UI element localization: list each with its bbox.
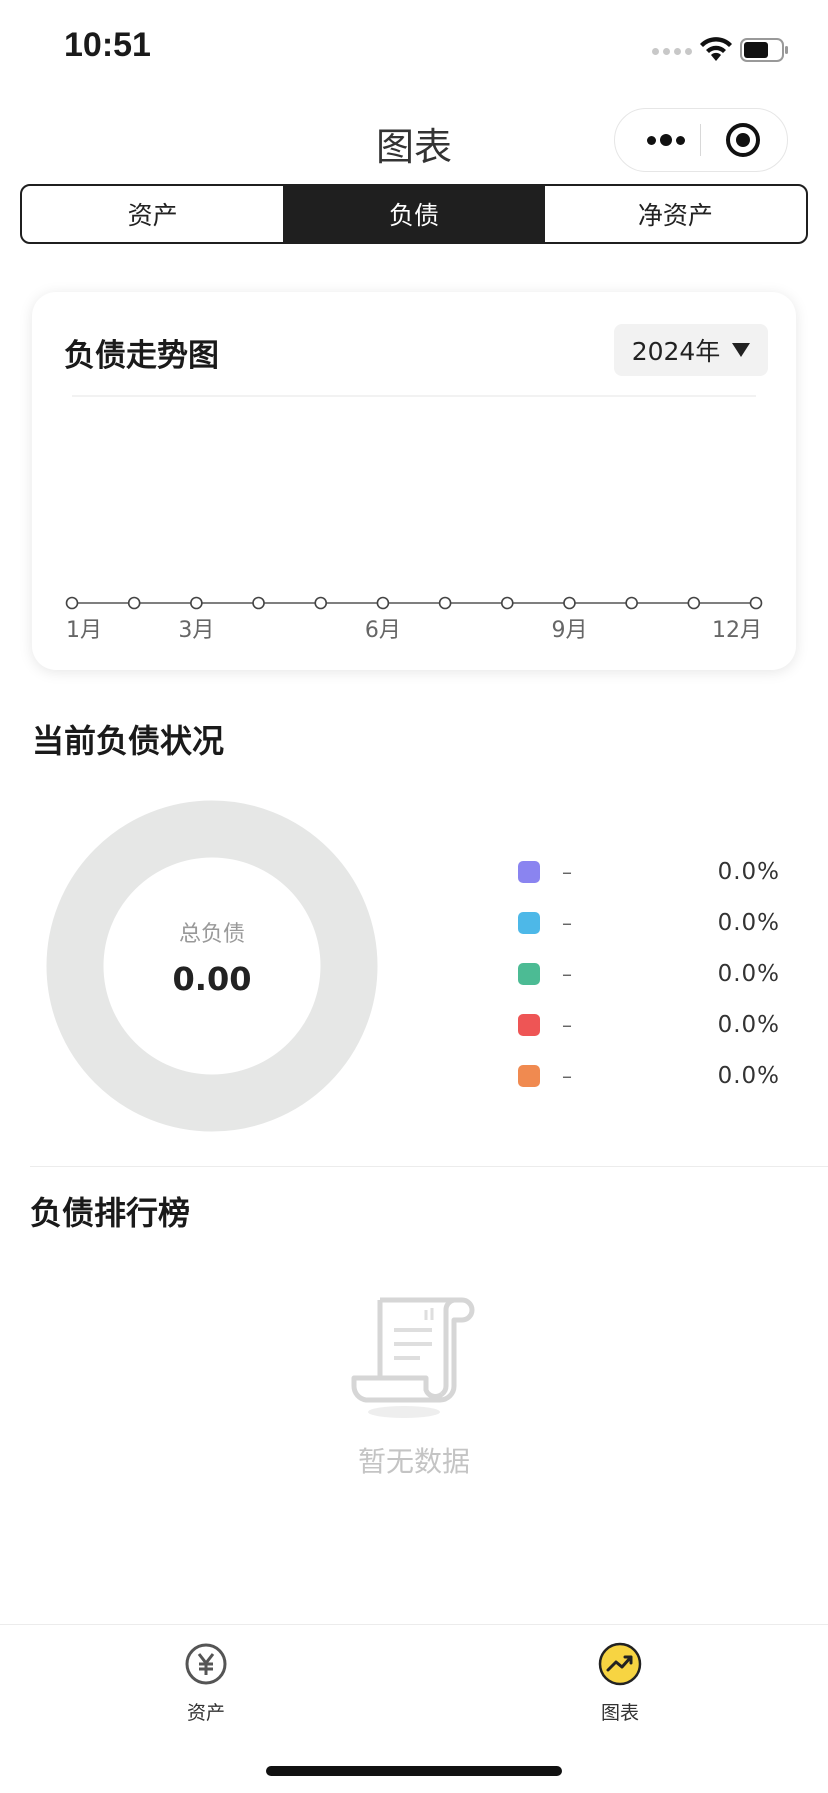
legend-percent: 0.0% <box>717 858 780 885</box>
x-tick-label: 6月 <box>365 618 401 643</box>
section-divider <box>30 1166 828 1167</box>
legend-swatch <box>518 1064 540 1087</box>
data-point[interactable] <box>65 596 79 610</box>
current-status-title: 当前负债状况 <box>32 722 225 760</box>
data-point[interactable] <box>687 596 701 610</box>
data-point[interactable] <box>376 596 390 610</box>
tabbar-label-charts: 图表 <box>600 1702 639 1724</box>
legend-item: – 0.0% <box>518 846 780 897</box>
data-point[interactable] <box>563 596 576 610</box>
legend-swatch <box>518 1013 540 1036</box>
trend-chart-icon <box>598 1642 642 1686</box>
tabbar-item-assets[interactable]: 资产 <box>156 1642 256 1725</box>
tabbar-item-charts[interactable]: 图表 <box>570 1642 670 1725</box>
empty-receipt-icon <box>351 1297 475 1418</box>
legend-percent: 0.0% <box>717 1011 780 1038</box>
legend-percent: 0.0% <box>717 909 780 936</box>
yen-circle-icon <box>185 1643 227 1685</box>
total-liability-label: 总负债 <box>178 922 245 947</box>
home-indicator <box>266 1766 562 1776</box>
legend-name: – <box>562 859 572 884</box>
data-point[interactable] <box>438 596 452 610</box>
x-tick-label: 12月 <box>712 618 762 643</box>
data-point[interactable] <box>252 596 265 610</box>
legend-swatch <box>518 911 540 934</box>
legend-percent: 0.0% <box>717 960 780 987</box>
empty-state-text: 暂无数据 <box>357 1445 470 1478</box>
x-tick-label: 9月 <box>551 618 587 643</box>
x-tick-label: 1月 <box>66 618 102 643</box>
x-tick-label: 3月 <box>178 618 214 643</box>
data-point[interactable] <box>190 596 203 610</box>
trend-line-chart: 1月 3月 6月 9月 12月 <box>65 395 763 643</box>
donut-legend: – 0.0% – 0.0% – 0.0% – 0.0% – 0.0% <box>518 846 780 1101</box>
legend-item: – 0.0% <box>518 1050 780 1101</box>
legend-name: – <box>562 910 572 935</box>
data-point[interactable] <box>749 596 763 610</box>
legend-swatch <box>518 962 540 985</box>
legend-swatch <box>518 860 540 883</box>
legend-name: – <box>562 1012 572 1037</box>
data-point[interactable] <box>127 596 141 610</box>
ranking-title: 负债排行榜 <box>30 1194 191 1232</box>
legend-item: – 0.0% <box>518 897 780 948</box>
total-liability-value: 0.00 <box>172 960 252 998</box>
legend-percent: 0.0% <box>717 1062 780 1089</box>
legend-item: – 0.0% <box>518 999 780 1050</box>
legend-item: – 0.0% <box>518 948 780 999</box>
data-point[interactable] <box>625 596 638 610</box>
legend-name: – <box>562 961 572 986</box>
legend-name: – <box>562 1063 572 1088</box>
data-point[interactable] <box>500 596 514 610</box>
tabbar-label-assets: 资产 <box>186 1702 225 1724</box>
data-point[interactable] <box>314 596 328 610</box>
